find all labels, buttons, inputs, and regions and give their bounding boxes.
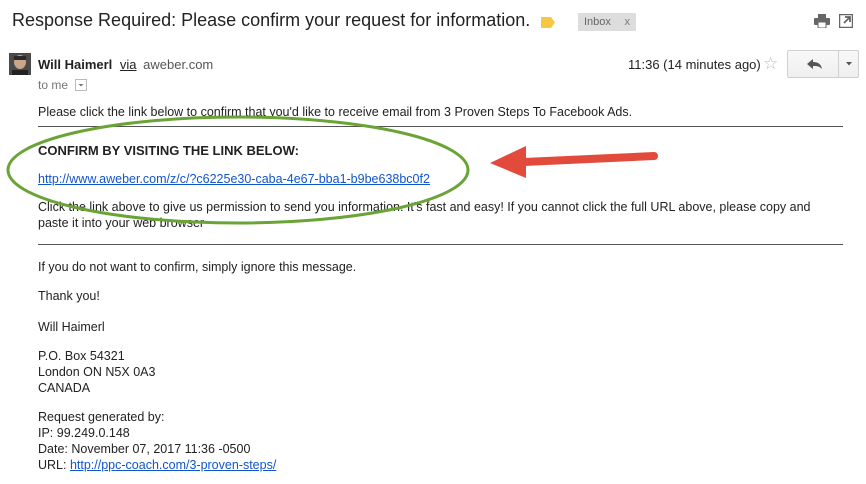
address-line-2: London ON N5X 0A3 bbox=[38, 365, 156, 379]
address-line-3: CANADA bbox=[38, 381, 91, 395]
inbox-label-text: Inbox bbox=[584, 16, 611, 28]
inbox-label-chip[interactable]: Inbox x bbox=[578, 13, 636, 31]
reply-icon bbox=[807, 59, 822, 69]
request-url-link[interactable]: http://ppc-coach.com/3-proven-steps/ bbox=[70, 458, 276, 472]
print-icon[interactable] bbox=[814, 14, 830, 33]
avatar[interactable] bbox=[9, 53, 31, 75]
request-ip: IP: 99.249.0.148 bbox=[38, 426, 130, 440]
request-date: Date: November 07, 2017 11:36 -0500 bbox=[38, 442, 251, 456]
email-subject: Response Required: Please confirm your r… bbox=[12, 10, 531, 30]
remove-label-button[interactable]: x bbox=[625, 13, 631, 31]
recipient-text: to me bbox=[38, 78, 69, 92]
reply-button-group bbox=[787, 50, 859, 78]
request-heading: Request generated by: bbox=[38, 410, 165, 424]
new-window-icon[interactable] bbox=[838, 13, 854, 33]
thanks-text: Thank you! bbox=[38, 289, 100, 303]
request-url-label: URL: bbox=[38, 458, 70, 472]
reply-button[interactable] bbox=[788, 51, 838, 77]
label-tag-icon[interactable] bbox=[541, 15, 555, 28]
chevron-down-icon bbox=[846, 62, 852, 66]
address-line-1: P.O. Box 54321 bbox=[38, 349, 125, 363]
star-icon[interactable]: ☆ bbox=[763, 54, 778, 74]
annotation-arrow bbox=[490, 146, 658, 178]
sender-domain: aweber.com bbox=[143, 57, 214, 72]
recipient-line: to me bbox=[38, 78, 88, 92]
show-details-button[interactable] bbox=[75, 78, 88, 91]
request-url-row: URL: http://ppc-coach.com/3-proven-steps… bbox=[38, 458, 276, 472]
more-actions-button[interactable] bbox=[838, 51, 859, 77]
divider-bottom bbox=[38, 244, 843, 245]
via-link[interactable]: via bbox=[120, 57, 137, 72]
highlight-ellipse bbox=[6, 115, 470, 225]
signature-text: Will Haimerl bbox=[38, 320, 105, 334]
sender-info: Will Haimerl via aweber.com bbox=[38, 57, 213, 72]
timestamp: 11:36 (14 minutes ago) bbox=[628, 57, 761, 72]
sender-name[interactable]: Will Haimerl bbox=[38, 57, 112, 72]
ignore-text: If you do not want to confirm, simply ig… bbox=[38, 260, 357, 274]
